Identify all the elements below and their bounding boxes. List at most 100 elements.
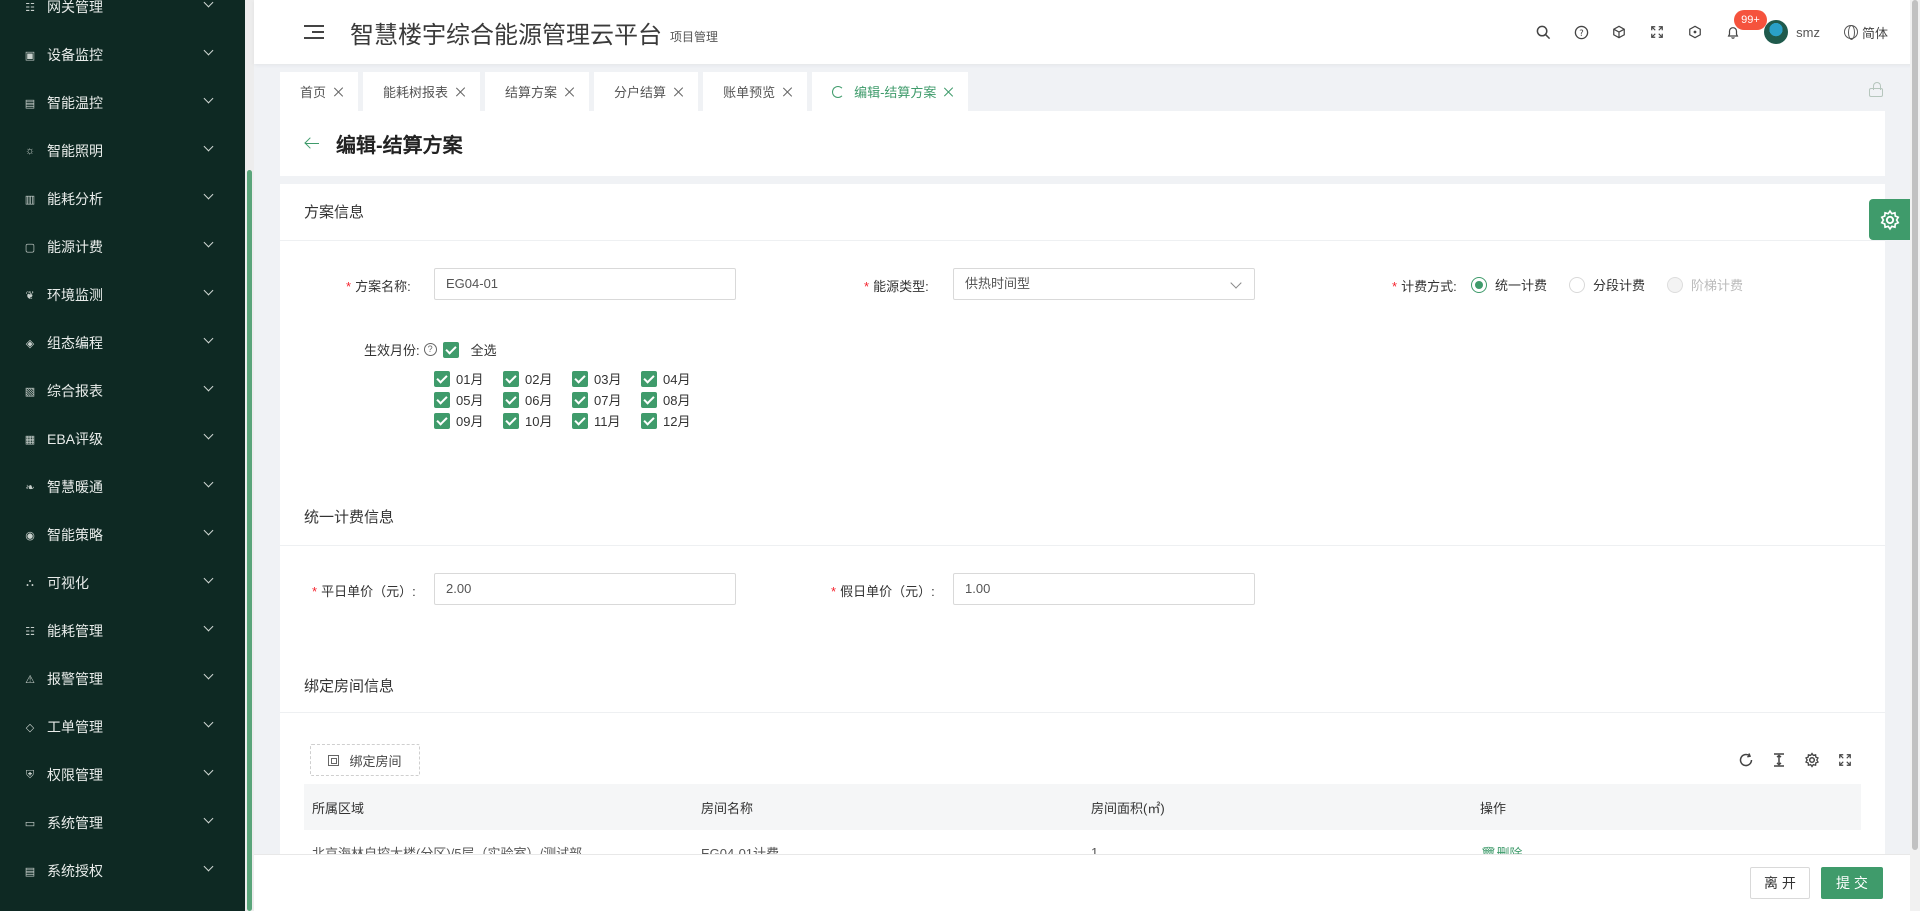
fullscreen-icon[interactable] [1638, 0, 1676, 64]
tab-bill-preview[interactable]: 账单预览 [703, 72, 808, 111]
avatar[interactable] [1764, 20, 1789, 44]
bind-room-button[interactable]: 绑定房间 [310, 744, 420, 776]
sidebar-item[interactable]: ▤ 智能温控 [0, 79, 245, 127]
scheme-name-input[interactable]: EG04-01 [434, 268, 736, 300]
fullscreen-icon[interactable] [1828, 748, 1861, 772]
back-arrow-icon[interactable] [304, 137, 320, 151]
chevron-down-icon [205, 50, 215, 60]
chevron-down-icon [205, 626, 215, 636]
month-checkbox-08[interactable]: 08月 [641, 391, 710, 408]
refresh-icon[interactable] [832, 85, 845, 98]
section-title-unified-billing: 统一计费信息 [304, 509, 395, 526]
tab-energy-tree-report[interactable]: 能耗树报表 [363, 72, 481, 111]
column-header-area[interactable]: 所属区域 [304, 798, 693, 817]
sidebar-item[interactable]: ◈ 组态编程 [0, 319, 245, 367]
notification-bell-icon[interactable]: 99+ [1714, 0, 1767, 64]
holiday-price-input[interactable]: 1.00 [953, 573, 1255, 605]
tab-edit-settlement-scheme[interactable]: 编辑-结算方案 [812, 72, 969, 111]
chevron-down-icon [205, 674, 215, 684]
select-all-checkbox[interactable]: 全选 [442, 340, 497, 359]
month-checkbox-10[interactable]: 10月 [503, 412, 572, 429]
radio-segmented-billing[interactable]: 分段计费 [1569, 275, 1645, 294]
box-icon[interactable] [1676, 0, 1714, 64]
chevron-down-icon [205, 578, 215, 588]
month-checkbox-05[interactable]: 05月 [434, 391, 503, 408]
language-switch[interactable]: 简体 [1843, 23, 1888, 42]
submit-button[interactable]: 提 交 [1821, 867, 1883, 899]
sidebar-item[interactable]: ⛬ 可视化 [0, 559, 245, 607]
sidebar-scrollbar[interactable] [245, 0, 254, 911]
sidebar-item[interactable]: ▭ 系统管理 [0, 799, 245, 847]
section-title-scheme: 方案信息 [304, 204, 365, 221]
gear-icon [1880, 209, 1899, 230]
top-header: 智慧楼宇综合能源管理云平台 项目管理 ? 99+ smz 简体 [254, 0, 1920, 64]
close-icon[interactable] [674, 87, 684, 97]
close-icon[interactable] [456, 87, 466, 97]
cube-icon[interactable] [1600, 0, 1638, 64]
username[interactable]: smz [1796, 25, 1820, 40]
tab-household-settlement[interactable]: 分户结算 [594, 72, 699, 111]
sidebar-item[interactable]: ⚠ 报警管理 [0, 655, 245, 703]
close-icon[interactable] [783, 87, 793, 97]
chevron-down-icon [205, 290, 215, 300]
help-icon[interactable]: ? [423, 343, 437, 356]
divider [280, 712, 1885, 713]
sidebar-item[interactable]: ☷ 能耗管理 [0, 607, 245, 655]
search-icon[interactable] [1524, 0, 1562, 64]
sidebar-item[interactable]: ▣ 设备监控 [0, 31, 245, 79]
month-checkbox-12[interactable]: 12月 [641, 412, 710, 429]
tab-home[interactable]: 首页 [280, 72, 359, 111]
energy-type-select[interactable]: 供热时间型 [953, 268, 1255, 300]
chevron-down-icon [205, 242, 215, 252]
sidebar-item[interactable]: ⛨ 权限管理 [0, 751, 245, 799]
sidebar-item[interactable]: ☼ 智能照明 [0, 127, 245, 175]
chevron-down-icon [1230, 277, 1242, 289]
cell-area: 北京海林自控大楼(分区)/5层（实验室）/测试部 [312, 846, 583, 854]
month-checkbox-04[interactable]: 04月 [641, 370, 710, 387]
weekday-price-input[interactable]: 2.00 [434, 573, 736, 605]
sidebar-item[interactable]: ❦ 环境监测 [0, 271, 245, 319]
month-checkbox-03[interactable]: 03月 [572, 370, 641, 387]
help-icon[interactable]: ? [1562, 0, 1600, 64]
floating-settings-button[interactable] [1869, 199, 1910, 240]
gear-icon[interactable] [1795, 748, 1828, 772]
delete-link[interactable]: 🗑删除 [1480, 846, 1523, 854]
sidebar-item[interactable]: ▥ 能耗分析 [0, 175, 245, 223]
sidebar-item[interactable]: ▧ 综合报表 [0, 367, 245, 415]
close-icon[interactable] [565, 87, 575, 97]
sidebar-item[interactable]: ◇ 工单管理 [0, 703, 245, 751]
close-icon[interactable] [944, 87, 954, 97]
radio-unified-billing[interactable]: 统一计费 [1471, 275, 1547, 294]
effective-months-label: 生效月份:? 全选 [364, 340, 497, 359]
bar-chart-icon: ▥ [24, 193, 36, 206]
column-header-room-size[interactable]: 房间面积(㎡) [1083, 798, 1472, 817]
close-icon[interactable] [334, 87, 344, 97]
column-header-room-name[interactable]: 房间名称 [693, 798, 1083, 817]
menu-toggle-icon[interactable] [304, 24, 324, 40]
leave-button[interactable]: 离 开 [1750, 867, 1810, 899]
sidebar-scroll-thumb[interactable] [247, 170, 252, 911]
month-checkbox-07[interactable]: 07月 [572, 391, 641, 408]
reload-icon[interactable] [1729, 748, 1762, 772]
sidebar-item[interactable]: ☷ 网关管理 [0, 0, 245, 31]
month-checkbox-11[interactable]: 11月 [572, 412, 641, 429]
sidebar-item-label: 智能照明 [47, 143, 103, 159]
bound-rooms-table: 所属区域 房间名称 房间面积(㎡) 操作 北京海林自控大楼(分区)/5层（实验室… [304, 784, 1861, 854]
month-checkbox-06[interactable]: 06月 [503, 391, 572, 408]
divider [280, 545, 1885, 546]
page-scrollbar[interactable] [1910, 0, 1920, 911]
month-checkbox-09[interactable]: 09月 [434, 412, 503, 429]
month-checkbox-02[interactable]: 02月 [503, 370, 572, 387]
tab-settlement-scheme[interactable]: 结算方案 [485, 72, 590, 111]
monitor-icon: ▣ [24, 49, 36, 62]
section-title-bound-rooms: 绑定房间信息 [304, 678, 395, 695]
sidebar-item[interactable]: ▦ EBA评级 [0, 415, 245, 463]
sidebar-item[interactable]: ❧ 智慧暖通 [0, 463, 245, 511]
month-checkbox-01[interactable]: 01月 [434, 370, 503, 387]
page-scroll-thumb[interactable] [1912, 0, 1918, 850]
column-height-icon[interactable] [1762, 748, 1795, 772]
sidebar-item[interactable]: ▤ 系统授权 [0, 847, 245, 895]
sidebar-item[interactable]: ◉ 智能策略 [0, 511, 245, 559]
lock-icon[interactable] [1868, 82, 1884, 97]
sidebar-item[interactable]: ▢ 能源计费 [0, 223, 245, 271]
